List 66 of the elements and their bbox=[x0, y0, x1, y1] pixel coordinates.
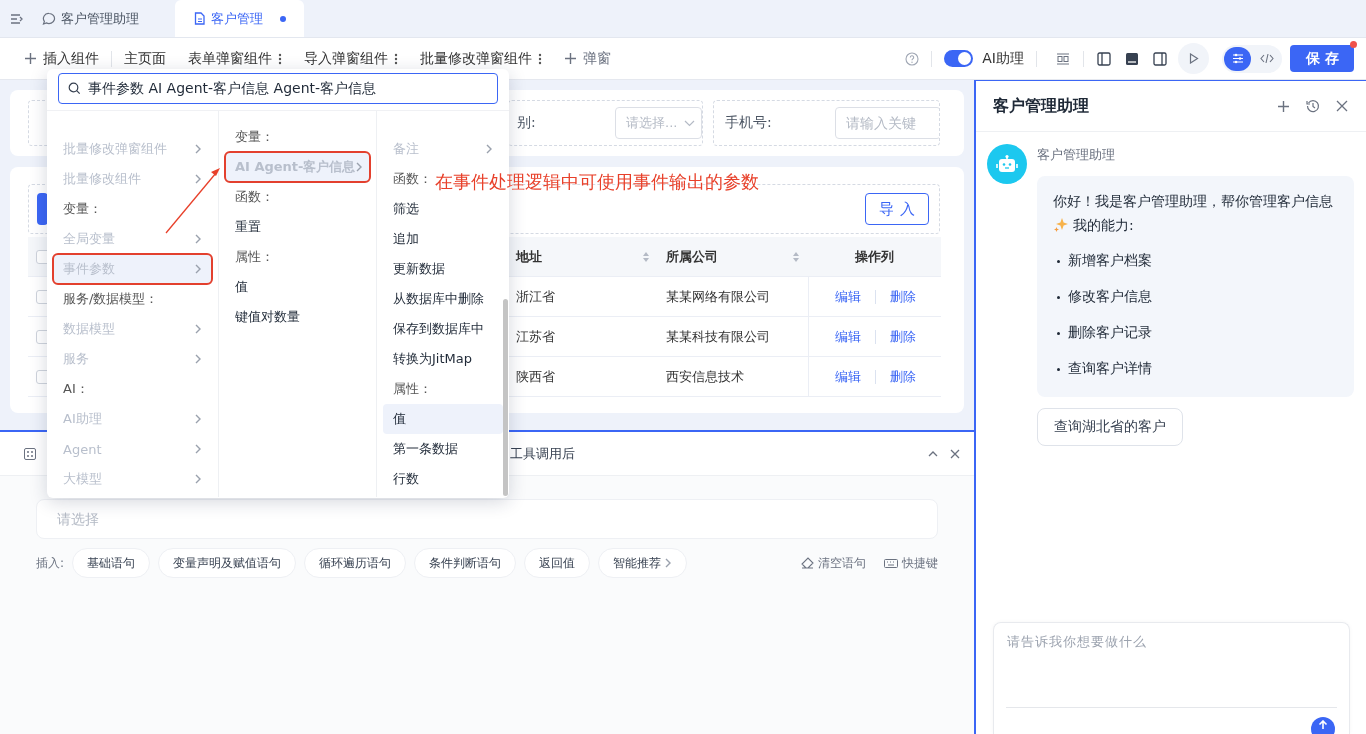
menu-item[interactable]: 值 bbox=[383, 404, 503, 434]
table-header-cell: 所属公司 bbox=[658, 237, 808, 277]
menu-item[interactable]: 重置 bbox=[225, 212, 370, 242]
message-composer[interactable]: 请告诉我你想要做什么 bbox=[993, 622, 1350, 734]
placeholder-text: 请选择... bbox=[626, 114, 678, 132]
list-item-text: 修改客户信息 bbox=[1068, 288, 1152, 306]
menu-item[interactable]: 转换为JitMap bbox=[383, 344, 503, 374]
delete-link[interactable]: 删除 bbox=[889, 287, 916, 306]
toggle-label: AI助理 bbox=[982, 49, 1024, 68]
group-heading: 函数： bbox=[393, 170, 432, 188]
insert-component-button[interactable]: 插入组件 bbox=[24, 44, 99, 73]
shortcut-button[interactable]: 快捷键 bbox=[884, 554, 938, 572]
edit-link[interactable]: 编辑 bbox=[834, 367, 861, 386]
statement-chip[interactable]: 返回值 bbox=[524, 548, 591, 578]
message-text: 我的能力: bbox=[1073, 216, 1134, 235]
group-heading: 属性： bbox=[235, 248, 274, 266]
table-header-cell: 操作列 bbox=[808, 237, 941, 277]
field-label: 手机号: bbox=[725, 114, 773, 132]
group-heading: 服务/数据模型： bbox=[63, 290, 159, 308]
text-field[interactable]: 请输入关键 bbox=[835, 107, 939, 139]
table-cell: 某某科技有限公司 bbox=[658, 317, 808, 357]
statement-chip[interactable]: 变量声明及赋值语句 bbox=[158, 548, 297, 578]
tab[interactable]: 客户管理助理 bbox=[24, 0, 157, 37]
menu-item[interactable]: 追加 bbox=[383, 224, 503, 254]
annotation-text: 在事件处理逻辑中可使用事件输出的参数 bbox=[435, 170, 759, 194]
edit-link[interactable]: 编辑 bbox=[834, 287, 861, 306]
group-heading: 函数： bbox=[235, 188, 274, 206]
edit-link[interactable]: 编辑 bbox=[834, 327, 861, 346]
suggestion-button[interactable]: 查询湖北省的客户 bbox=[1037, 408, 1183, 446]
menu-item[interactable]: 更新数据 bbox=[383, 254, 503, 284]
table-cell: 某某网络有限公司 bbox=[658, 277, 808, 317]
group-heading: 变量： bbox=[63, 200, 102, 218]
list-item-text: 新增客户档案 bbox=[1068, 252, 1152, 270]
menu-item[interactable]: 第一条数据 bbox=[383, 434, 503, 464]
menu-item[interactable]: 键值对数量 bbox=[225, 302, 370, 332]
insert-label: 插入: bbox=[36, 554, 65, 572]
clear-button[interactable]: 清空语句 bbox=[801, 554, 866, 572]
tab[interactable]: 客户管理 bbox=[175, 0, 304, 37]
table-cell: 西安信息技术 bbox=[658, 357, 808, 397]
menu-item[interactable]: 保存到数据库中 bbox=[383, 314, 503, 344]
import-button[interactable]: 导入 bbox=[865, 193, 929, 225]
group-heading: 属性： bbox=[393, 380, 432, 398]
list-item-text: 查询客户详情 bbox=[1068, 360, 1152, 378]
statement-chip[interactable]: 条件判断语句 bbox=[414, 548, 517, 578]
menu-item[interactable]: 行数 bbox=[383, 464, 503, 494]
sender-name: 客户管理助理 bbox=[1037, 146, 1115, 164]
page-tab[interactable]: 主页面 bbox=[124, 44, 166, 73]
statement-chip[interactable]: 智能推荐 bbox=[598, 548, 688, 578]
group-heading: AI： bbox=[63, 380, 89, 398]
table-header-cell: 地址 bbox=[508, 237, 658, 277]
field-label: 别: bbox=[517, 114, 537, 132]
panel-title: 客户管理助理 bbox=[993, 95, 1090, 117]
statement-chip[interactable]: 基础语句 bbox=[72, 548, 151, 578]
menu-item[interactable]: 筛选 bbox=[383, 194, 503, 224]
statement-field[interactable]: 请选择 bbox=[36, 499, 938, 539]
group-heading: 变量： bbox=[235, 128, 274, 146]
add-popup-button[interactable]: 弹窗 bbox=[564, 44, 611, 73]
search-field[interactable]: 事件参数 AI Agent-客户信息 Agent-客户信息 bbox=[58, 73, 498, 104]
statement-chip[interactable]: 循环遍历语句 bbox=[304, 548, 407, 578]
panel-tab[interactable]: 工具调用后 bbox=[510, 444, 575, 463]
menu-item[interactable]: 值 bbox=[225, 272, 370, 302]
menu-item[interactable]: 从数据库中删除 bbox=[383, 284, 503, 314]
list-item-text: 删除客户记录 bbox=[1068, 324, 1152, 342]
delete-link[interactable]: 删除 bbox=[889, 367, 916, 386]
delete-link[interactable]: 删除 bbox=[889, 327, 916, 346]
message-text: 你好！我是客户管理助理，帮你管理客户信息 bbox=[1053, 192, 1334, 211]
